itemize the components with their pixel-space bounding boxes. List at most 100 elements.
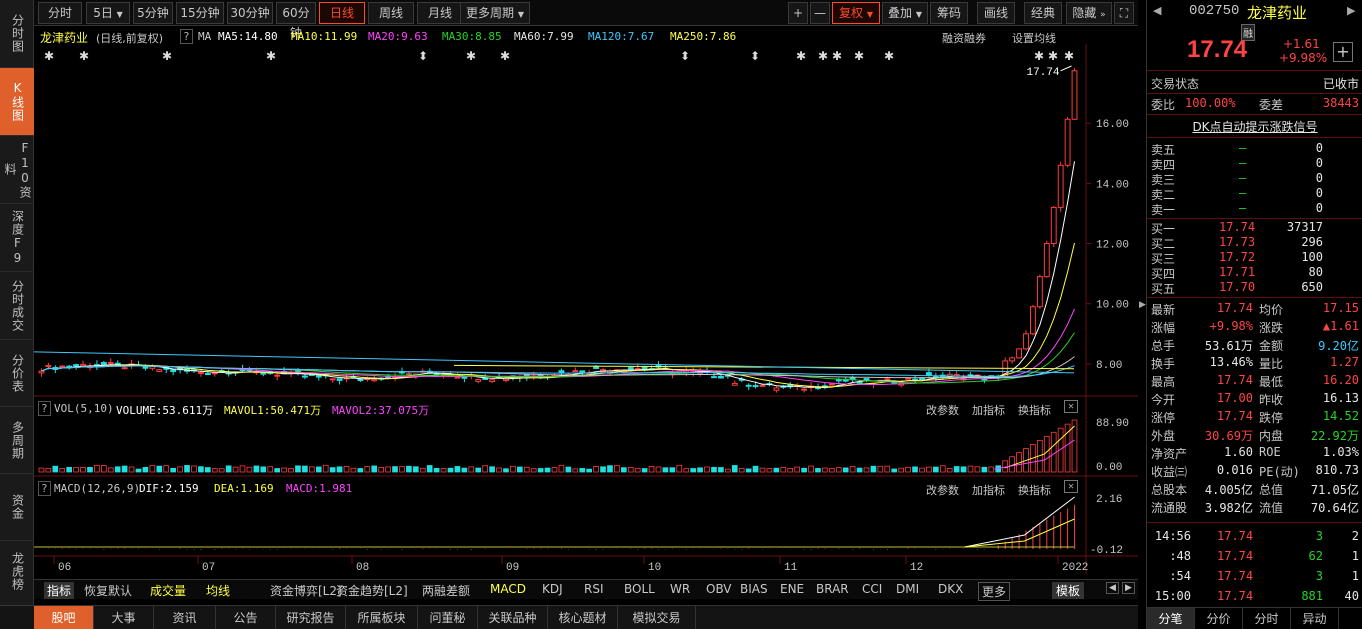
volume-bar <box>662 467 669 473</box>
ma-line <box>34 351 1075 374</box>
hide-button[interactable]: 隐藏 » <box>1066 2 1112 24</box>
sidebar-item-pricetable[interactable]: 分价表 <box>0 340 34 407</box>
ask-volume: 0 <box>1315 201 1323 215</box>
sidebar-item-multiperiod[interactable]: 多周期 <box>0 407 34 474</box>
dk-signal-link[interactable]: DK点自动提示涨跌信号 <box>1147 118 1362 135</box>
vol-switch-link[interactable]: 换指标 <box>1018 402 1051 418</box>
y-tick-label: 12.00 <box>1096 240 1129 252</box>
indicator-tab[interactable]: DMI <box>896 582 919 596</box>
next-stock-icon[interactable]: ▶ <box>1347 4 1355 17</box>
bottom-tab[interactable]: 模拟交易 <box>618 606 696 629</box>
fullscreen-icon[interactable]: ⛶ <box>1114 2 1134 24</box>
bottom-tab[interactable]: 公告 <box>216 606 276 629</box>
x-tick-label: 07 <box>202 562 215 574</box>
volume-bar <box>406 465 412 473</box>
indicator-tab[interactable]: 恢复默认 <box>84 582 132 599</box>
volume-bar <box>933 466 939 473</box>
indicator-tab[interactable]: MACD <box>490 582 526 596</box>
bottom-tab[interactable]: 研究报告 <box>276 606 346 629</box>
bottom-tab[interactable]: 问董秘 <box>418 606 478 629</box>
sidebar-item-dragon[interactable]: 龙虎榜 <box>0 541 34 601</box>
classic-button[interactable]: 经典 <box>1024 2 1062 24</box>
scroll-left-icon[interactable]: ◀ <box>1106 582 1119 594</box>
bottom-tab[interactable]: 大事 <box>94 606 154 629</box>
quote-tab[interactable]: 异动 <box>1291 608 1339 629</box>
indicator-tab[interactable]: 资金趋势[L2] <box>336 582 408 599</box>
macd-close-icon[interactable]: ✕ <box>1064 480 1079 493</box>
kline-chart[interactable]: 16.00 14.00 12.00 10.00 8.00 ✱ ✱ ✱ ✱ ⬍ ✱ ✱ ⬍ ⬍ ✱ ✱ ✱ ✱ ✱ ✱ ✱… <box>34 44 1138 584</box>
indicator-tab[interactable]: RSI <box>584 582 604 596</box>
vol-close-icon[interactable]: ✕ <box>1064 400 1079 413</box>
macd-add-link[interactable]: 加指标 <box>972 482 1005 498</box>
macd-param-link[interactable]: 改参数 <box>926 482 959 498</box>
indicator-tab[interactable]: DKX <box>938 582 963 596</box>
period-tab-5min[interactable]: 5分钟 <box>133 2 173 24</box>
overlay-button[interactable]: 叠加 ▼ <box>882 2 928 24</box>
help-icon[interactable]: ? <box>180 29 193 44</box>
period-tab-more[interactable]: 更多周期 ▼ <box>460 2 530 24</box>
bottom-tab[interactable]: 所属板块 <box>346 606 418 629</box>
macd-switch-link[interactable]: 换指标 <box>1018 482 1051 498</box>
vol-param-link[interactable]: 改参数 <box>926 402 959 418</box>
stat-value: 1.27 <box>1330 355 1359 369</box>
bottom-tab[interactable]: 股吧 <box>34 606 94 629</box>
indicator-tab[interactable]: BOLL <box>624 582 655 596</box>
indicator-tab[interactable]: 模板 <box>1052 582 1085 599</box>
indicator-tab[interactable]: 均线 <box>206 582 230 599</box>
period-tab-30min[interactable]: 30分钟 <box>227 2 273 24</box>
chips-button[interactable]: 筹码 <box>930 2 968 24</box>
bottom-tab[interactable]: 关联品种 <box>478 606 548 629</box>
period-tab-5day[interactable]: 5日 ▼ <box>86 2 130 24</box>
indicator-tab[interactable]: 指标 <box>44 582 75 599</box>
indicator-tab[interactable]: 更多 <box>978 582 1011 601</box>
indicator-tab[interactable]: 资金博弈[L2] <box>270 582 342 599</box>
macd-help-icon[interactable]: ? <box>38 481 51 496</box>
ask-volume: 0 <box>1315 156 1323 170</box>
indicator-tab[interactable]: CCI <box>862 582 882 596</box>
candle-body <box>926 372 932 376</box>
period-tab-15min[interactable]: 15分钟 <box>176 2 224 24</box>
indicator-tab[interactable]: ENE <box>780 582 804 596</box>
period-tab-timeshare[interactable]: 分时 <box>38 2 82 24</box>
adjust-button[interactable]: 复权 ▼ <box>832 2 880 24</box>
candle-body <box>59 365 66 368</box>
zoom-out-button[interactable]: — <box>810 2 830 24</box>
candle-body <box>1016 348 1022 359</box>
period-label: 更多周期 <box>466 6 515 20</box>
prev-stock-icon[interactable]: ◀ <box>1153 4 1161 17</box>
collapse-handle-icon[interactable]: ▶ <box>1139 300 1146 324</box>
sidebar-item-label: 分时图 <box>10 14 25 53</box>
indicator-tab[interactable]: OBV <box>706 582 732 596</box>
sidebar-item-depth[interactable]: 深度F9 <box>0 204 34 272</box>
indicator-tab[interactable]: KDJ <box>542 582 563 596</box>
bottom-tab[interactable]: 核心题材 <box>548 606 618 629</box>
add-watchlist-button[interactable]: + <box>1333 42 1353 62</box>
indicator-tab[interactable]: WR <box>670 582 690 596</box>
scroll-right-icon[interactable]: ▶ <box>1122 582 1135 594</box>
sidebar-item-timeshare[interactable]: 分时图 <box>0 0 34 68</box>
period-tab-60min[interactable]: 60分钟 <box>276 2 316 40</box>
sidebar-item-f10[interactable]: F10资料 <box>0 136 34 204</box>
indicator-tab[interactable]: BIAS <box>740 582 768 596</box>
quote-tab[interactable]: 分笔 <box>1147 608 1195 629</box>
volume-bar <box>766 468 773 473</box>
weibi-row: 委比 100.00% 委差 38443 <box>1147 96 1362 113</box>
draw-button[interactable]: 画线 <box>977 2 1015 24</box>
bottom-tab[interactable]: 资讯 <box>154 606 216 629</box>
quote-tab[interactable]: 分价 <box>1195 608 1243 629</box>
quote-tab[interactable]: 分时 <box>1243 608 1291 629</box>
indicator-tab[interactable]: BRAR <box>816 582 849 596</box>
vol-add-link[interactable]: 加指标 <box>972 402 1005 418</box>
sidebar-item-trades[interactable]: 分时成交 <box>0 272 34 340</box>
sidebar-item-kline[interactable]: K线图 <box>0 68 34 136</box>
period-tab-monthly[interactable]: 月线 <box>417 2 463 24</box>
vol-help-icon[interactable]: ? <box>38 401 51 416</box>
sidebar-item-funds[interactable]: 资金 <box>0 474 34 541</box>
event-marker-icon: ✱ <box>266 49 276 63</box>
indicator-tab[interactable]: 两融差额 <box>422 582 470 599</box>
zoom-in-button[interactable]: + <box>788 2 808 24</box>
period-tab-daily[interactable]: 日线 <box>319 2 365 24</box>
indicator-tab[interactable]: 成交量 <box>150 582 186 599</box>
volume-bar <box>426 465 433 473</box>
period-tab-weekly[interactable]: 周线 <box>368 2 414 24</box>
